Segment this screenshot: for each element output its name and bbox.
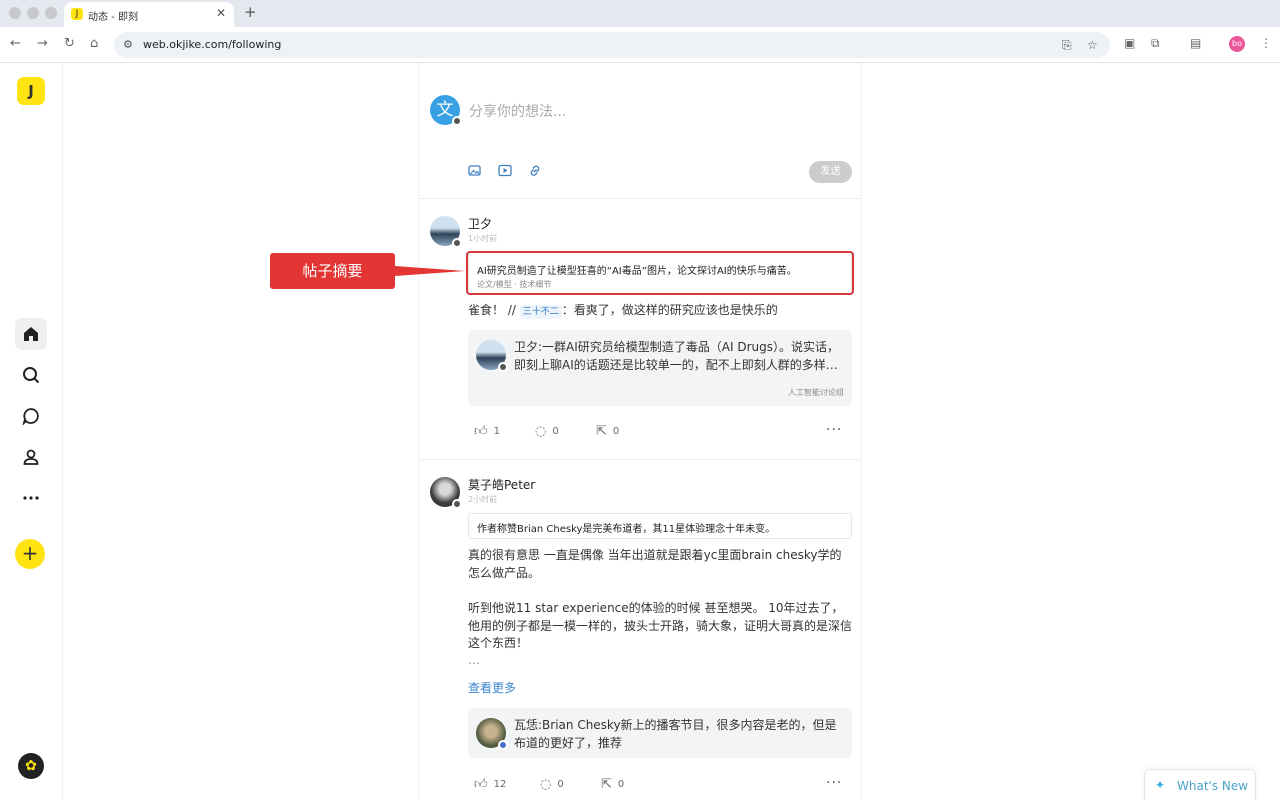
share-button[interactable]: ⇱ 0 bbox=[601, 777, 624, 792]
reading-list-icon[interactable]: ▤ bbox=[1190, 36, 1201, 50]
topic-group-link[interactable]: 人工智能讨论组 bbox=[788, 387, 844, 398]
avatar-badge-icon bbox=[498, 362, 508, 372]
extensions-puzzle-icon[interactable]: ⧉ bbox=[1151, 36, 1160, 51]
profile-avatar[interactable]: bo bbox=[1229, 36, 1245, 52]
comment-button[interactable]: ◌ 0 bbox=[535, 424, 559, 439]
like-button[interactable]: 👍︎ 12 bbox=[474, 777, 506, 792]
quoted-post-text: 瓦恁:Brian Chesky新上的播客节目，很多内容是老的，但是布道的更好了，… bbox=[514, 718, 837, 750]
site-info-icon[interactable]: ⚙ bbox=[123, 38, 133, 51]
post-author-name[interactable]: 卫夕 bbox=[468, 215, 492, 232]
composer-input[interactable]: 分享你的想法... bbox=[469, 101, 566, 121]
chat-icon[interactable] bbox=[15, 400, 47, 432]
whats-new-label: What's New bbox=[1177, 779, 1249, 793]
more-icon[interactable] bbox=[15, 482, 47, 514]
like-count: 12 bbox=[493, 779, 507, 790]
post-more-icon[interactable]: ··· bbox=[826, 422, 842, 438]
post-time: 2小时前 bbox=[468, 495, 498, 504]
user-icon[interactable] bbox=[15, 441, 47, 473]
new-tab-button[interactable]: + bbox=[244, 3, 257, 21]
post-body-ellipsis: … bbox=[468, 653, 480, 667]
comment-button[interactable]: ◌ 0 bbox=[540, 777, 564, 792]
video-upload-icon[interactable] bbox=[498, 164, 512, 181]
thumbs-up-icon: 👍︎ bbox=[474, 777, 488, 792]
avatar-badge-icon bbox=[498, 740, 508, 750]
tab-close-icon[interactable]: ✕ bbox=[216, 6, 226, 20]
image-upload-icon[interactable] bbox=[468, 164, 482, 181]
bookmark-star-icon[interactable]: ☆ bbox=[1087, 38, 1098, 52]
annotation-arrow-icon bbox=[395, 266, 465, 276]
avatar-badge-icon bbox=[452, 116, 462, 126]
post-body-paragraph: 真的很有意思 一直是偶像 当年出道就是跟着yc里面brain chesky学的怎… bbox=[468, 548, 842, 580]
share-button[interactable]: ⇱ 0 bbox=[596, 424, 619, 439]
quoted-post[interactable]: 卫夕:一群AI研究员给模型制造了毒品（AI Drugs）。说实话，即刻上聊AI的… bbox=[468, 330, 852, 406]
feed-column: 文 分享你的想法... 发送 卫夕 1小时前 AI研究员制造了让模型狂喜的“AI… bbox=[418, 63, 862, 800]
post-body-paragraph: 听到他说11 star experience的体验的时候 甚至想哭。 10年过去… bbox=[468, 601, 853, 651]
thumbs-up-icon: 👍︎ bbox=[474, 424, 488, 439]
avatar-badge-icon bbox=[452, 499, 462, 509]
like-button[interactable]: 👍︎ 1 bbox=[474, 424, 500, 439]
url-text[interactable]: web.okjike.com/following bbox=[143, 38, 281, 51]
comment-count: 0 bbox=[552, 426, 559, 437]
see-more-link[interactable]: 查看更多 bbox=[468, 679, 516, 696]
avatar-badge-icon bbox=[452, 238, 462, 248]
install-app-icon[interactable]: ⎘ bbox=[1062, 38, 1072, 53]
search-icon[interactable] bbox=[15, 359, 47, 391]
share-icon: ⇱ bbox=[601, 777, 612, 792]
jike-favicon-icon: J bbox=[71, 8, 83, 20]
share-count: 0 bbox=[612, 426, 620, 437]
post-body-suffix: ：看爽了，做这样的研究应该也是快乐的 bbox=[561, 303, 778, 317]
mention-link[interactable]: 三十不二 bbox=[519, 305, 562, 319]
share-icon: ⇱ bbox=[596, 424, 607, 439]
browser-toolbar: ← → ↻ ⌂ ⚙ web.okjike.com/following ⎘ ☆ ▣… bbox=[0, 27, 1280, 63]
post-summary-text: 作者称赞Brian Chesky是完美布道者，其11星体验理念十年未变。 bbox=[477, 524, 776, 535]
divider bbox=[419, 459, 861, 460]
post-time: 1小时前 bbox=[468, 234, 498, 243]
like-count: 1 bbox=[493, 426, 500, 437]
link-icon[interactable] bbox=[528, 164, 542, 181]
window-minimize-button[interactable] bbox=[27, 7, 39, 19]
browser-tab[interactable]: J 动态 - 即刻 ✕ bbox=[64, 2, 234, 27]
extension-b-icon[interactable]: ▣ bbox=[1124, 36, 1135, 50]
sparkle-icon: ✦ bbox=[1155, 778, 1166, 792]
share-count: 0 bbox=[617, 779, 625, 790]
summary-highlight-box bbox=[466, 251, 854, 295]
reload-icon[interactable]: ↻ bbox=[64, 36, 75, 51]
browser-menu-icon[interactable]: ⋮ bbox=[1260, 36, 1272, 50]
quoted-post[interactable]: 瓦恁:Brian Chesky新上的播客节目，很多内容是老的，但是布道的更好了，… bbox=[468, 708, 852, 758]
home-icon[interactable] bbox=[15, 318, 47, 350]
whats-new-button[interactable]: ✦ What's New bbox=[1144, 769, 1256, 800]
divider bbox=[419, 198, 861, 199]
home-page-icon[interactable]: ⌂ bbox=[90, 36, 98, 51]
post-body: 雀食！ // 三十不二 ：看爽了，做这样的研究应该也是快乐的 bbox=[468, 302, 852, 320]
quoted-post-text: 卫夕:一群AI研究员给模型制造了毒品（AI Drugs）。说实话，即刻上聊AI的… bbox=[514, 340, 840, 372]
browser-tab-strip: J 动态 - 即刻 ✕ + bbox=[0, 0, 1280, 27]
comment-icon: ◌ bbox=[540, 777, 552, 792]
back-icon[interactable]: ← bbox=[10, 36, 21, 51]
comment-count: 0 bbox=[557, 779, 564, 790]
post-more-icon[interactable]: ··· bbox=[826, 775, 842, 791]
post-author-name[interactable]: 莫子皓Peter bbox=[468, 476, 535, 493]
address-bar[interactable]: ⚙ web.okjike.com/following ⎘ ☆ bbox=[114, 32, 1110, 58]
comment-icon: ◌ bbox=[535, 424, 547, 439]
forward-icon[interactable]: → bbox=[37, 36, 48, 51]
jike-logo[interactable]: J bbox=[17, 77, 45, 105]
left-sidebar: J + ✿ bbox=[0, 63, 63, 800]
send-button[interactable]: 发送 bbox=[809, 161, 852, 183]
window-close-button[interactable] bbox=[9, 7, 21, 19]
post-body-prefix: 雀食！ // bbox=[468, 303, 520, 317]
annotation-label: 帖子摘要 bbox=[270, 253, 395, 289]
window-zoom-button[interactable] bbox=[45, 7, 57, 19]
app-badge-icon[interactable]: ✿ bbox=[18, 753, 44, 779]
post-summary: 作者称赞Brian Chesky是完美布道者，其11星体验理念十年未变。 bbox=[468, 513, 852, 539]
create-post-button[interactable]: + bbox=[15, 539, 45, 569]
tab-title: 动态 - 即刻 bbox=[88, 12, 138, 23]
